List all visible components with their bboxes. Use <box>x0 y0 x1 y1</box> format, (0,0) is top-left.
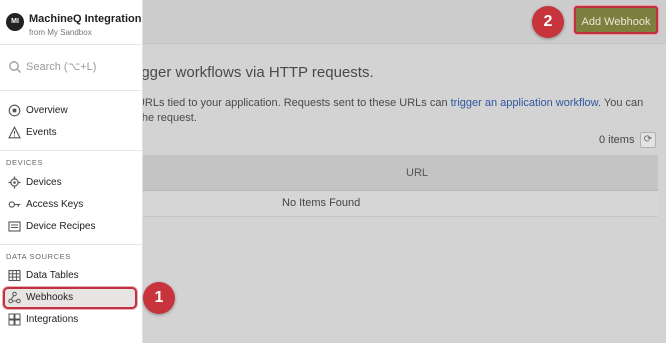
search-icon <box>9 61 21 73</box>
sidebar-item-data-tables[interactable]: Data Tables <box>3 265 137 287</box>
sidebar-item-label: Events <box>26 127 57 138</box>
org-name: MachineQ Integration <box>29 13 142 25</box>
sidebar-divider <box>0 244 143 245</box>
org-subtitle: from My Sandbox <box>29 28 92 37</box>
org-logo: MI <box>6 13 24 31</box>
workflow-link[interactable]: trigger an application workflow <box>451 97 598 109</box>
sidebar-item-device-recipes[interactable]: Device Recipes <box>3 216 137 238</box>
sidebar-item-label: Webhooks <box>26 292 74 303</box>
description-text: ed) URLs tied to your application. Reque… <box>118 97 451 109</box>
sidebar-item-overview[interactable]: Overview <box>3 100 137 122</box>
sidebar-item-devices[interactable]: Devices <box>3 172 137 194</box>
sidebar-item-webhooks[interactable]: Webhooks <box>3 287 137 309</box>
sidebar-divider <box>0 150 143 151</box>
sidebar-divider <box>0 44 143 45</box>
sidebar-item-label: Integrations <box>26 314 79 325</box>
overview-icon <box>8 104 21 117</box>
recipe-icon <box>8 221 21 232</box>
search-placeholder: Search (⌥+L) <box>26 61 97 73</box>
empty-state-message: No Items Found <box>282 197 361 209</box>
warning-triangle-icon <box>8 126 21 139</box>
key-icon <box>8 201 21 208</box>
section-label-devices: DEVICES <box>6 158 44 167</box>
sidebar-item-label: Overview <box>26 105 68 116</box>
section-label-data-sources: DATA SOURCES <box>6 252 71 261</box>
sidebar-item-label: Devices <box>26 177 62 188</box>
page-headline: rigger workflows via HTTP requests. <box>133 64 374 81</box>
add-webhook-button[interactable]: Add Webhook <box>574 6 658 34</box>
refresh-button[interactable]: ⟳ <box>640 132 656 148</box>
table-row <box>143 191 658 217</box>
table-header <box>143 155 658 191</box>
gear-icon <box>8 176 21 189</box>
search-input[interactable]: Search (⌥+L) <box>8 58 136 76</box>
items-count: 0 items <box>599 134 635 146</box>
webhook-icon <box>8 291 21 304</box>
sidebar-item-access-keys[interactable]: Access Keys <box>3 194 137 216</box>
description-text-2: . You can <box>597 97 644 109</box>
sidebar-item-label: Access Keys <box>26 199 84 210</box>
step-badge-2: 2 <box>532 6 564 38</box>
column-header-url[interactable]: URL <box>406 167 428 179</box>
step-badge-1: 1 <box>143 282 175 314</box>
sidebar-divider <box>0 90 143 91</box>
sidebar-item-label: Data Tables <box>26 270 79 281</box>
sidebar: MI MachineQ Integration from My Sandbox … <box>0 0 143 343</box>
sidebar-item-events[interactable]: Events <box>3 122 137 144</box>
table-icon <box>8 269 21 282</box>
sidebar-item-integrations[interactable]: Integrations <box>3 309 137 331</box>
sidebar-item-label: Device Recipes <box>26 221 96 232</box>
integrations-icon <box>8 313 21 326</box>
refresh-icon: ⟳ <box>643 134 653 145</box>
page-description: ed) URLs tied to your application. Reque… <box>118 96 658 126</box>
